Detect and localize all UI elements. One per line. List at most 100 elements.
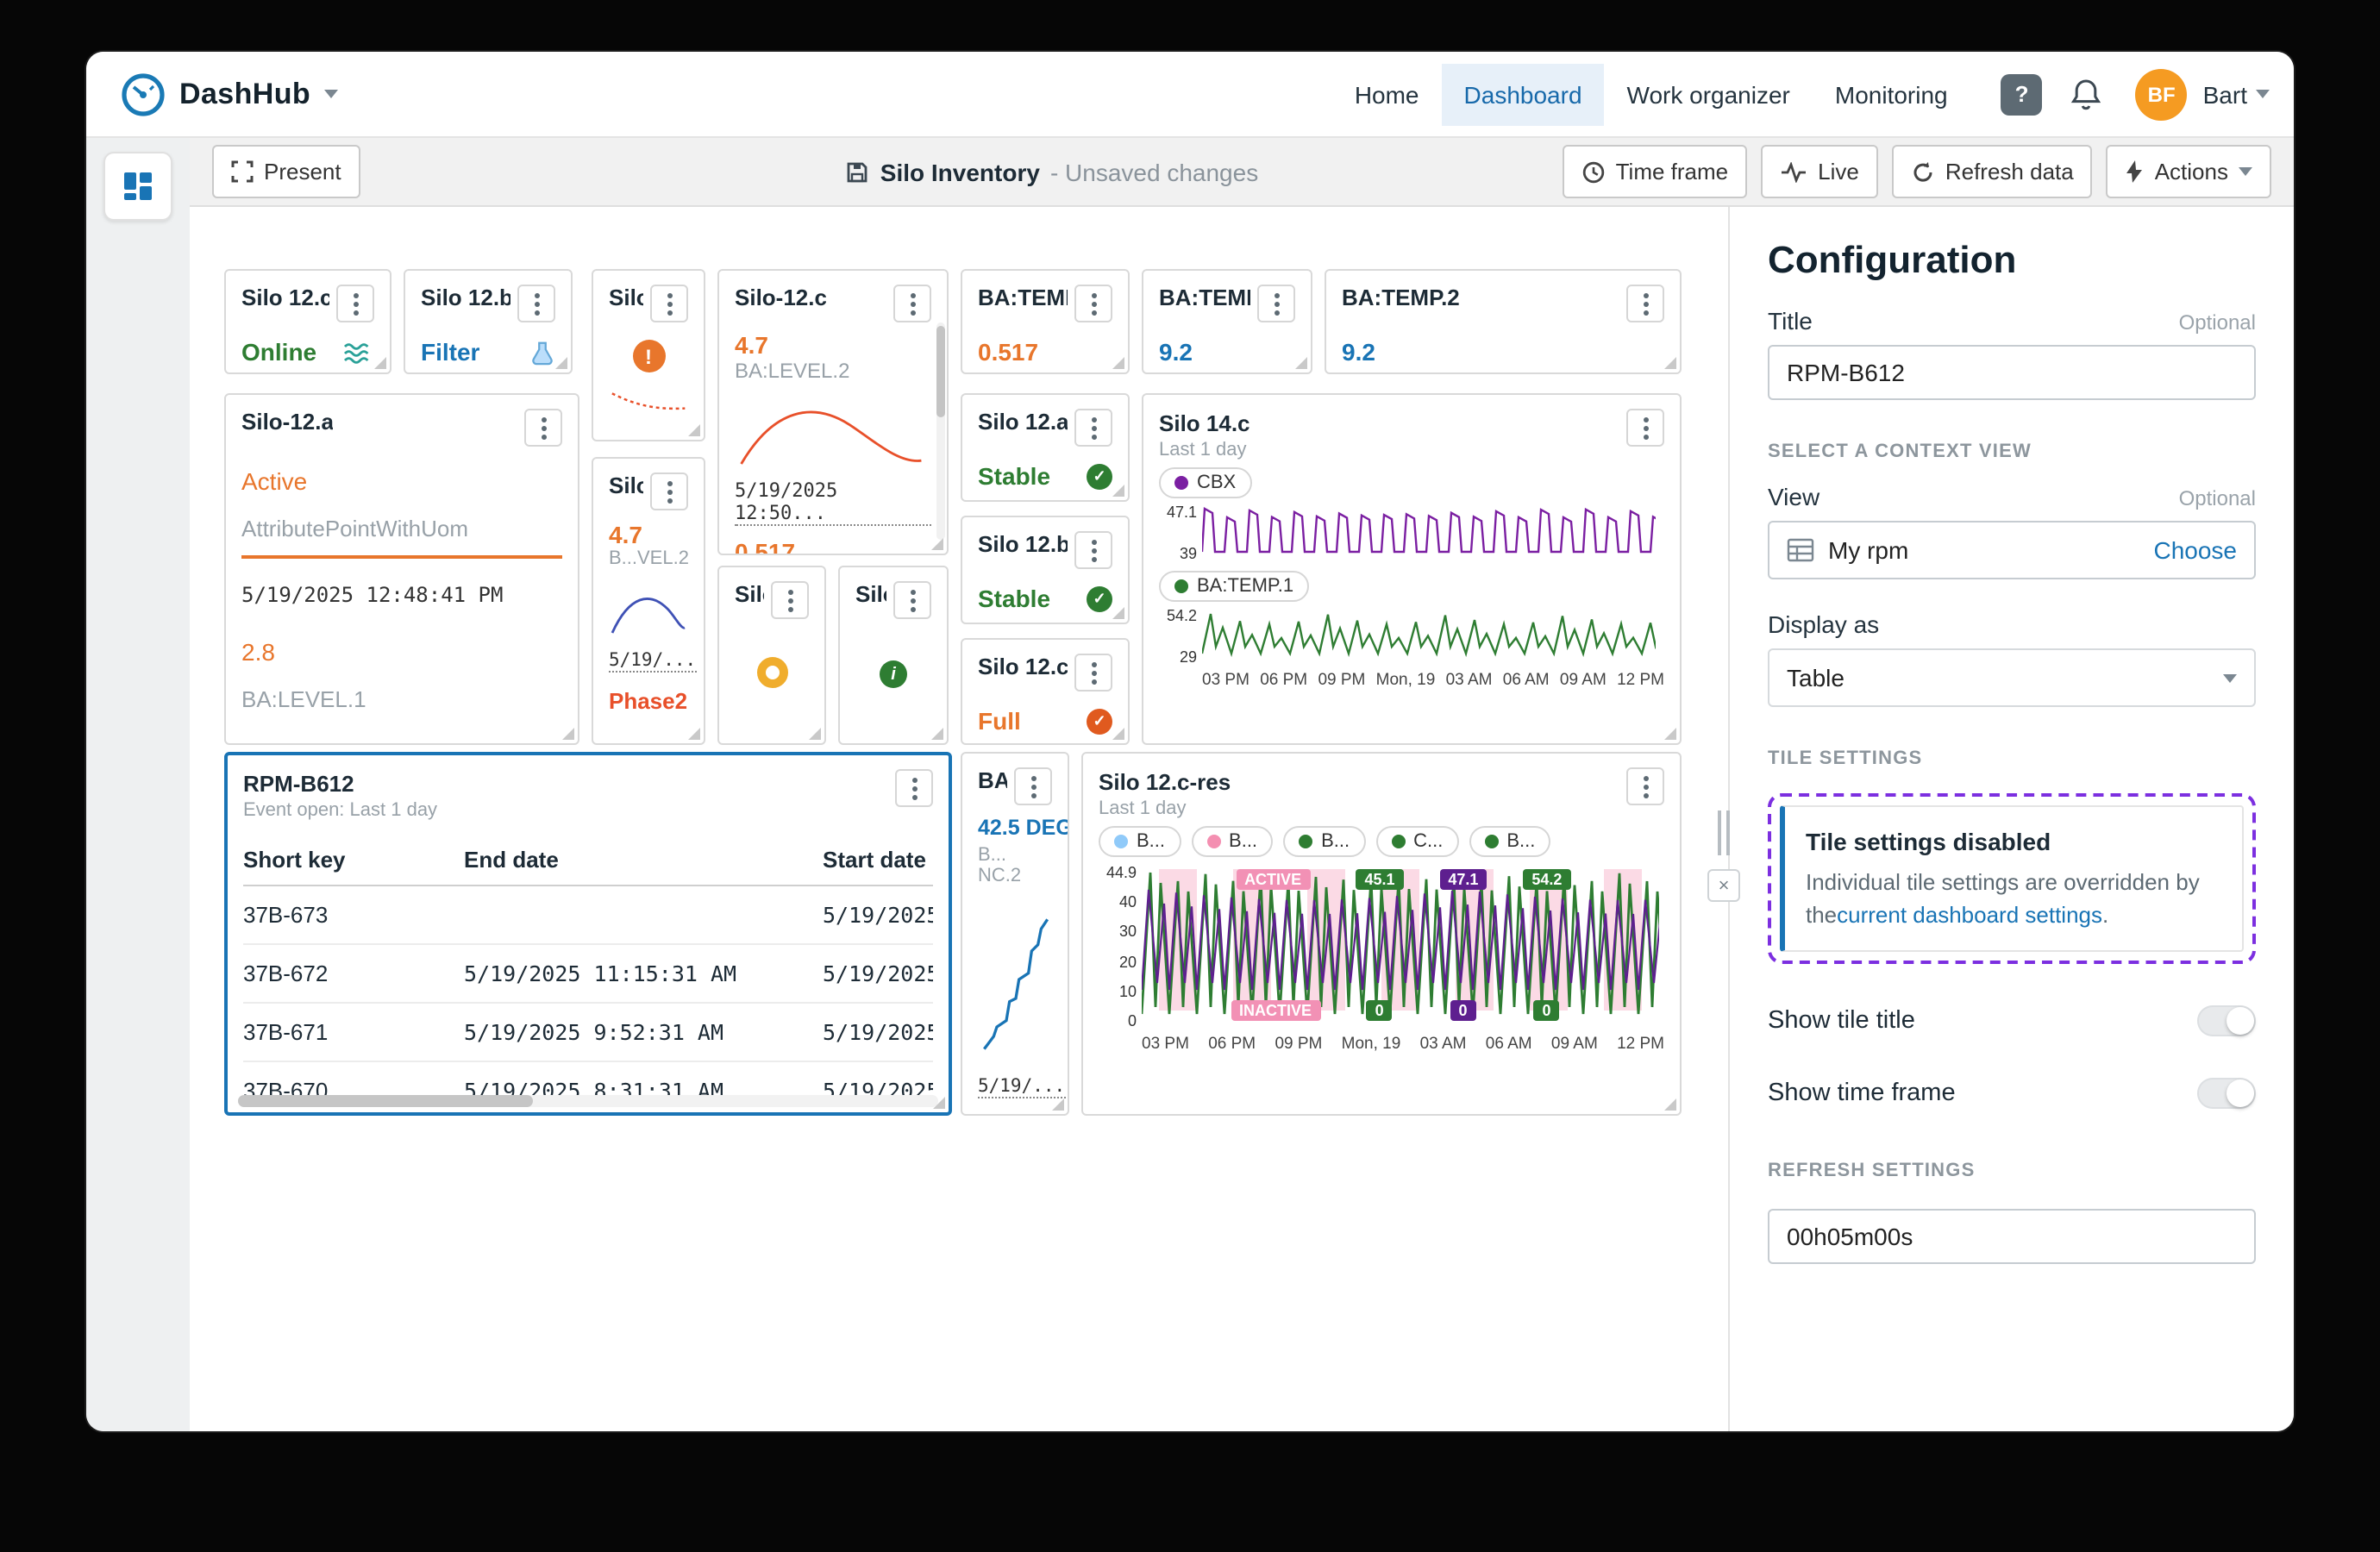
tile-menu-button[interactable] (1626, 767, 1664, 805)
tile-silo12a-detail[interactable]: Silo-12.a Active AttributePointWithUom 5… (224, 393, 579, 745)
tile-silo12c-online[interactable]: Silo 12.c Online (224, 269, 391, 374)
display-as-select[interactable]: Table (1768, 648, 2256, 707)
top-nav: DashHub Home Dashboard Work organizer Mo… (86, 52, 2294, 138)
tile-title: Silo (735, 581, 764, 607)
brand-name: DashHub (179, 77, 311, 110)
nav-item-work-organizer[interactable]: Work organizer (1605, 63, 1813, 125)
tile-menu-button[interactable] (1074, 531, 1112, 569)
tile-label: B... NC.2 (978, 845, 1022, 886)
view-field[interactable]: My rpm Choose (1768, 521, 2256, 579)
tile-silo12b-stable[interactable]: Silo 12.b Stable ✓ (961, 516, 1130, 624)
tile-silo12c-chart[interactable]: Silo-12.c 4.7 BA:LEVEL.2 5/19/2025 12:50… (717, 269, 949, 555)
tile-silo12a-stable[interactable]: Silo 12.a Stable ✓ (961, 393, 1130, 502)
legend-chip[interactable]: B... (1283, 826, 1366, 857)
time-frame-button[interactable]: Time frame (1562, 145, 1748, 198)
legend-chip-batemp1[interactable]: BA:TEMP.1 (1159, 571, 1310, 602)
nav-item-home[interactable]: Home (1332, 63, 1442, 125)
tile-menu-button[interactable] (517, 285, 555, 322)
configuration-panel: Configuration Title Optional SELECT A CO… (1728, 207, 2294, 1431)
avatar[interactable]: BF (2135, 68, 2188, 120)
tile-batemp2-small[interactable]: BA:TEMP.2 9.2 (1142, 269, 1312, 374)
help-icon[interactable]: ? (2001, 73, 2043, 115)
tile-menu-button[interactable] (1014, 767, 1052, 805)
x-axis-labels: 03 PM 06 PM 09 PM Mon, 19 03 AM 06 AM 09 AM 12 … (1142, 1035, 1664, 1054)
tile-title: Silo (855, 581, 886, 607)
choose-view-link[interactable]: Choose (2153, 536, 2237, 564)
tile-silo14c-chart[interactable]: Silo 14.c Last 1 day CBX 47.1 39 BA:TEMP… (1142, 393, 1682, 745)
tile-silo12b-filter[interactable]: Silo 12.b Filter (404, 269, 573, 374)
dashboard-layout-button[interactable] (103, 152, 172, 221)
column-end-date[interactable]: End date (464, 847, 823, 873)
tile-date[interactable]: 5/19/... (609, 650, 697, 673)
tile-silo12cres-chart[interactable]: Silo 12.c-res Last 1 day B... B... B... … (1081, 752, 1682, 1116)
tile-mini-info[interactable]: Silo i (838, 566, 949, 745)
nav-item-monitoring[interactable]: Monitoring (1813, 63, 1970, 125)
panel-close-button[interactable]: × (1707, 869, 1740, 902)
legend-chip[interactable]: B... (1191, 826, 1274, 857)
refresh-interval-input[interactable] (1768, 1208, 2256, 1264)
tile-menu-button[interactable] (1074, 285, 1112, 322)
refresh-settings-section-header: REFRESH SETTINGS (1768, 1160, 1976, 1181)
tile-silo12c-full[interactable]: Silo 12.c Full ✓ (961, 638, 1130, 745)
flask-icon (532, 341, 553, 365)
tile-date[interactable]: 5/19/... (978, 1076, 1066, 1098)
tile-menu-button[interactable] (893, 581, 931, 619)
live-button[interactable]: Live (1761, 145, 1878, 198)
present-button[interactable]: Present (212, 145, 360, 198)
user-menu-chevron-down-icon[interactable] (2256, 90, 2270, 98)
table-row[interactable]: 37B-6725/19/2025 11:15:31 AM5/19/2025 1 (243, 945, 933, 1004)
show-tile-title-toggle[interactable] (2197, 1004, 2256, 1036)
brand-chevron-down-icon[interactable] (324, 90, 339, 98)
tile-subtitle: Event open: Last 1 day (243, 800, 438, 821)
tile-batemp1[interactable]: BA:TEMP.1 0.517 (961, 269, 1130, 374)
column-start-date[interactable]: Start date (823, 847, 933, 873)
tile-mini-warning[interactable]: Silo (717, 566, 826, 745)
nav-item-dashboard[interactable]: Dashboard (1441, 63, 1605, 125)
legend-chip[interactable]: C... (1375, 826, 1459, 857)
show-time-frame-toggle[interactable] (2197, 1077, 2256, 1109)
notifications-bell-icon[interactable] (2064, 72, 2108, 116)
table-row[interactable]: 37B-6735/19/2025 1 (243, 886, 933, 945)
tile-menu-button[interactable] (1257, 285, 1295, 322)
y-axis-labels: 54.2 29 (1166, 607, 1197, 666)
status-value: Filter (421, 338, 480, 366)
table-row[interactable]: 37B-6705/19/2025 8:31:31 AM5/19/2025 8 (243, 1062, 933, 1112)
legend-chip-cbx[interactable]: CBX (1159, 467, 1252, 498)
tile-menu-button[interactable] (771, 581, 809, 619)
tile-ba-narrow[interactable]: BA:C 42.5 DEG B... NC.2 5/19/... (961, 752, 1069, 1116)
tile-menu-button[interactable] (336, 285, 374, 322)
actions-button[interactable]: Actions (2106, 145, 2271, 198)
tile-menu-button[interactable] (650, 285, 688, 322)
legend-chip[interactable]: B... (1099, 826, 1181, 857)
tile-menu-button[interactable] (1626, 409, 1664, 447)
tile-batemp2-wide[interactable]: BA:TEMP.2 9.2 (1325, 269, 1682, 374)
show-tile-title-label: Show tile title (1768, 1006, 1915, 1035)
tile-menu-button[interactable] (524, 409, 562, 447)
tile-silo-mini-chart[interactable]: Silo- 4.7 B...VEL.2 5/19/... Phase2 (592, 457, 705, 745)
tile-menu-button[interactable] (1626, 285, 1664, 322)
table-row[interactable]: 37B-6715/19/2025 9:52:31 AM5/19/2025 9 (243, 1004, 933, 1062)
dashboard-settings-link[interactable]: current dashboard settings (1837, 902, 2102, 928)
tile-scrollbar[interactable] (936, 322, 945, 540)
title-input[interactable] (1768, 345, 2256, 400)
tile-menu-button[interactable] (1074, 409, 1112, 447)
column-short-key[interactable]: Short key (243, 847, 464, 873)
refresh-data-button[interactable]: Refresh data (1891, 145, 2093, 198)
legend-chip[interactable]: B... (1469, 826, 1551, 857)
horizontal-scrollbar[interactable] (238, 1095, 938, 1107)
tile-menu-button[interactable] (895, 769, 933, 807)
display-as-label: Display as (1768, 610, 1880, 638)
panel-resize-handle[interactable] (1718, 810, 1730, 855)
refresh-icon (1913, 161, 1932, 181)
tile-silo1-alert[interactable]: Silo 1 ! (592, 269, 705, 441)
tile-rpm-table[interactable]: RPM-B612 Event open: Last 1 day Short ke… (224, 752, 952, 1116)
tile-menu-button[interactable] (650, 472, 688, 510)
tile-title: BA:TEMP.1 (978, 285, 1068, 310)
tile-date[interactable]: 5/19/2025 12:50... (735, 479, 931, 526)
tile-value: 4.7 (609, 521, 642, 548)
phase-label: Phase2 (609, 688, 688, 714)
tile-menu-button[interactable] (1074, 654, 1112, 692)
tile-menu-button[interactable] (893, 285, 931, 322)
table-header-row: Short key End date Start date (243, 835, 933, 886)
y-axis-labels: 44.9 40 30 20 10 0 (1105, 864, 1137, 1029)
